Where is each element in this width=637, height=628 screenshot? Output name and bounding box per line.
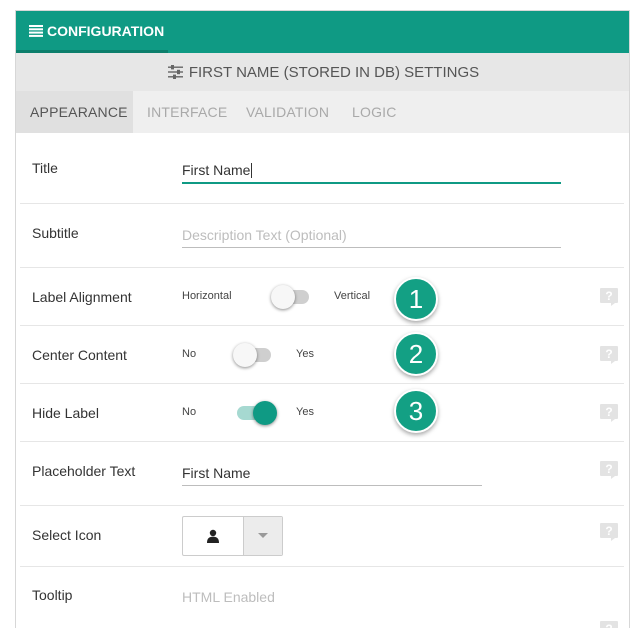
no-option: No [182, 348, 197, 360]
help-icon[interactable]: ? [600, 621, 618, 628]
help-icon[interactable]: ? [600, 288, 618, 306]
center-content-row: Center Content No Yes 2 ? [20, 326, 624, 384]
hide-label-toggle[interactable] [233, 400, 277, 425]
center-content-toggle[interactable] [233, 342, 273, 367]
list-icon [29, 24, 43, 37]
title-value: First Name [182, 162, 251, 178]
settings-panel: CONFIGURATION FIRST NAME (STORED IN DB) … [15, 10, 630, 628]
tab-appearance[interactable]: APPEARANCE [16, 91, 133, 133]
tooltip-label: Tooltip [32, 587, 73, 603]
configuration-bar: CONFIGURATION [16, 11, 629, 53]
placeholder-text-label: Placeholder Text [32, 463, 136, 479]
tab-label: LOGIC [352, 104, 397, 120]
icon-picker[interactable] [182, 516, 283, 556]
tooltip-input[interactable]: HTML Enabled [182, 584, 561, 610]
svg-text:?: ? [605, 622, 612, 628]
settings-title: FIRST NAME (STORED IN DB) SETTINGS [188, 63, 480, 81]
configuration-tab[interactable]: CONFIGURATION [16, 11, 168, 53]
user-icon [207, 529, 220, 543]
icon-dropdown-button[interactable] [243, 517, 282, 555]
configuration-label: CONFIGURATION [47, 22, 165, 39]
title-row: Title First Name [20, 133, 624, 204]
tab-validation[interactable]: VALIDATION [246, 91, 329, 133]
title-input[interactable]: First Name [182, 158, 561, 184]
tab-label: INTERFACE [147, 104, 228, 120]
title-label: Title [32, 160, 58, 176]
yes-option: Yes [296, 406, 314, 418]
tab-interface[interactable]: INTERFACE [147, 91, 227, 133]
svg-text:?: ? [605, 289, 612, 303]
tab-logic[interactable]: LOGIC [352, 91, 397, 133]
icon-preview[interactable] [183, 517, 243, 555]
help-icon[interactable]: ? [600, 461, 618, 479]
svg-text:?: ? [605, 462, 612, 476]
svg-text:?: ? [605, 347, 612, 361]
subtitle-label: Subtitle [32, 225, 79, 241]
yes-option: Yes [296, 348, 314, 360]
svg-text:?: ? [605, 524, 612, 538]
tooltip-placeholder: HTML Enabled [182, 589, 275, 605]
select-icon-label: Select Icon [32, 527, 102, 543]
vertical-option: Vertical [334, 290, 371, 302]
text-cursor [251, 162, 253, 178]
svg-text:?: ? [605, 405, 612, 419]
tab-label: APPEARANCE [30, 104, 128, 120]
select-icon-row: Select Icon ? [20, 506, 624, 567]
placeholder-text-row: Placeholder Text First Name ? [20, 442, 624, 506]
placeholder-text-input[interactable]: First Name [182, 460, 482, 486]
callout-badge-2: 2 [394, 332, 438, 376]
settings-header: FIRST NAME (STORED IN DB) SETTINGS [16, 53, 629, 91]
tab-label: VALIDATION [246, 104, 330, 120]
help-icon[interactable]: ? [600, 346, 618, 364]
help-icon[interactable]: ? [600, 404, 618, 422]
placeholder-text-value: First Name [182, 464, 251, 481]
sliders-icon [167, 65, 183, 79]
callout-badge-3: 3 [394, 389, 438, 433]
tab-bar: APPEARANCE INTERFACE VALIDATION LOGIC [16, 91, 629, 133]
hide-label-row: Hide Label No Yes 3 ? [20, 384, 624, 442]
subtitle-placeholder: Description Text (Optional) [182, 226, 347, 243]
no-option: No [182, 406, 197, 418]
label-alignment-toggle[interactable] [271, 284, 311, 309]
tooltip-row: Tooltip HTML Enabled ? [20, 567, 624, 628]
caret-down-icon [258, 533, 269, 538]
label-alignment-label: Label Alignment [32, 289, 132, 305]
subtitle-row: Subtitle Description Text (Optional) [20, 204, 624, 268]
hide-label-label: Hide Label [32, 405, 99, 421]
callout-badge-1: 1 [394, 277, 438, 321]
label-alignment-row: Label Alignment Horizontal Vertical 1 ? [20, 268, 624, 326]
help-icon[interactable]: ? [600, 523, 618, 541]
center-content-label: Center Content [32, 347, 127, 363]
horizontal-option: Horizontal [182, 290, 232, 302]
subtitle-input[interactable]: Description Text (Optional) [182, 222, 561, 248]
